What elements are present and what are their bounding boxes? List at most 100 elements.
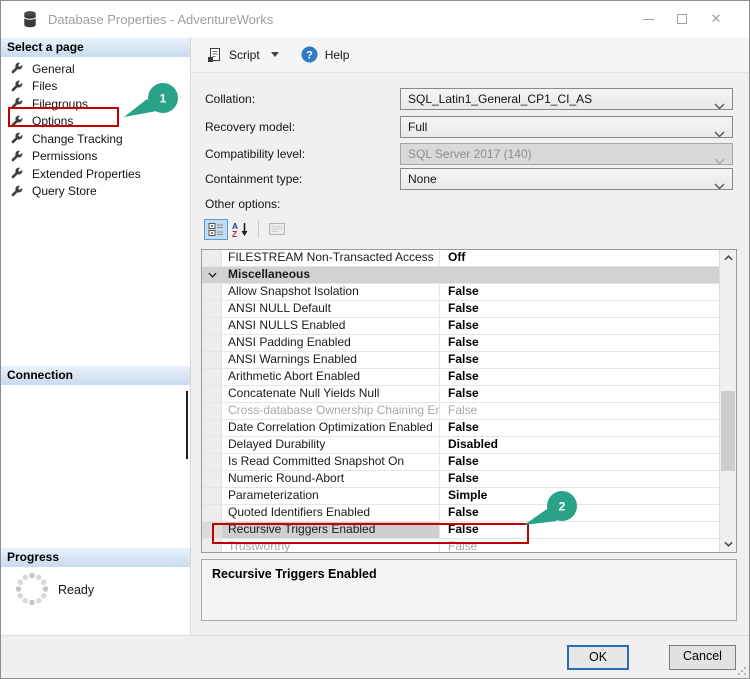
property-value: False — [440, 403, 719, 419]
grid-row[interactable]: FILESTREAM Non-Transacted AccessOff — [202, 250, 719, 267]
property-name: Cross-database Ownership Chaining Enable… — [222, 403, 440, 419]
scroll-down-icon[interactable] — [720, 536, 736, 552]
sidebar-item-label: Change Tracking — [32, 132, 123, 146]
property-value: False — [440, 284, 719, 300]
recovery-model-label: Recovery model: — [205, 116, 295, 138]
sidebar-item-label: Extended Properties — [32, 167, 141, 181]
property-value: False — [440, 335, 719, 351]
property-name: ANSI NULL Default — [222, 301, 440, 317]
wrench-icon — [10, 185, 24, 198]
maximize-icon — [677, 14, 687, 24]
field-recovery-model: Recovery model: Full — [191, 116, 749, 138]
property-name: Quoted Identifiers Enabled — [222, 505, 440, 521]
row-indent — [202, 250, 222, 266]
callout-1-badge: 1 — [117, 81, 183, 135]
chevron-down-icon — [714, 96, 725, 110]
field-collation: Collation: SQL_Latin1_General_CP1_CI_AS — [191, 88, 749, 110]
scrollbar-thumb[interactable] — [721, 391, 735, 471]
dialog-toolbar: Script ? Help — [191, 37, 749, 73]
sidebar-item-query-store[interactable]: Query Store — [1, 183, 190, 201]
recovery-model-dropdown[interactable]: Full — [400, 116, 733, 138]
row-indent — [202, 437, 222, 453]
maximize-button[interactable] — [665, 6, 699, 32]
sort-alphabetical-button[interactable]: A Z — [228, 219, 252, 240]
property-grid: FILESTREAM Non-Transacted AccessOffMisce… — [201, 249, 737, 553]
containment-type-dropdown[interactable]: None — [400, 168, 733, 190]
grid-row[interactable]: Allow Snapshot IsolationFalse — [202, 284, 719, 301]
script-dropdown-arrow-icon[interactable] — [271, 52, 279, 57]
sidebar-item-permissions[interactable]: Permissions — [1, 148, 190, 166]
compatibility-level-dropdown: SQL Server 2017 (140) — [400, 143, 733, 165]
grid-scrollbar[interactable] — [719, 250, 736, 552]
close-icon: ✕ — [711, 11, 722, 27]
scroll-up-icon[interactable] — [720, 250, 736, 266]
grid-row[interactable]: ANSI Padding EnabledFalse — [202, 335, 719, 352]
property-name: Is Read Committed Snapshot On — [222, 454, 440, 470]
close-button[interactable]: ✕ — [699, 6, 733, 32]
minimize-button[interactable] — [631, 6, 665, 32]
row-indent — [202, 488, 222, 504]
categorized-icon — [208, 222, 225, 237]
property-pages-button — [265, 219, 289, 240]
category-collapse-icon[interactable] — [202, 267, 222, 283]
progress-header: Progress — [1, 548, 190, 567]
resize-grip[interactable] — [737, 666, 746, 675]
property-name: Date Correlation Optimization Enabled — [222, 420, 440, 436]
toolbar-separator — [258, 220, 259, 238]
grid-row[interactable]: Date Correlation Optimization EnabledFal… — [202, 420, 719, 437]
callout-2-number: 2 — [559, 500, 566, 514]
row-indent — [202, 420, 222, 436]
database-properties-dialog: Database Properties - AdventureWorks ✕ S… — [0, 0, 750, 679]
property-name: ANSI NULLS Enabled — [222, 318, 440, 334]
compatibility-level-label: Compatibility level: — [205, 143, 305, 165]
spinner-icon — [12, 569, 52, 612]
property-value: False — [440, 352, 719, 368]
chevron-down-icon — [714, 124, 725, 138]
sidebar-item-general[interactable]: General — [1, 60, 190, 78]
property-name: ANSI Padding Enabled — [222, 335, 440, 351]
wrench-icon — [10, 80, 24, 93]
grid-row[interactable]: Quoted Identifiers EnabledFalse — [202, 505, 719, 522]
grid-row[interactable]: Concatenate Null Yields NullFalse — [202, 386, 719, 403]
chevron-down-icon — [714, 176, 725, 190]
property-name: Allow Snapshot Isolation — [222, 284, 440, 300]
grid-row[interactable]: Arithmetic Abort EnabledFalse — [202, 369, 719, 386]
grid-row[interactable]: Delayed DurabilityDisabled — [202, 437, 719, 454]
script-label: Script — [229, 48, 260, 62]
grid-row[interactable]: ANSI Warnings EnabledFalse — [202, 352, 719, 369]
help-button[interactable]: ? Help — [297, 43, 354, 66]
collation-dropdown[interactable]: SQL_Latin1_General_CP1_CI_AS — [400, 88, 733, 110]
grid-category-row[interactable]: Miscellaneous — [202, 267, 719, 284]
collation-label: Collation: — [205, 88, 255, 110]
window-title: Database Properties - AdventureWorks — [48, 12, 273, 27]
window-controls: ✕ — [631, 6, 733, 32]
cancel-button[interactable]: Cancel — [669, 645, 736, 670]
containment-type-value: None — [408, 172, 437, 186]
sidebar-item-label: General — [32, 62, 75, 76]
row-indent — [202, 301, 222, 317]
ok-button[interactable]: OK — [567, 645, 629, 670]
property-value: False — [440, 386, 719, 402]
property-value: False — [440, 369, 719, 385]
property-name: Parameterization — [222, 488, 440, 504]
grid-row[interactable]: Numeric Round-AbortFalse — [202, 471, 719, 488]
categorized-button[interactable] — [204, 219, 228, 240]
grid-row[interactable]: ANSI NULLS EnabledFalse — [202, 318, 719, 335]
row-indent — [202, 352, 222, 368]
collation-value: SQL_Latin1_General_CP1_CI_AS — [408, 92, 592, 106]
sidebar-item-extended-properties[interactable]: Extended Properties — [1, 165, 190, 183]
grid-row[interactable]: Cross-database Ownership Chaining Enable… — [202, 403, 719, 420]
containment-type-label: Containment type: — [205, 168, 302, 190]
property-name: Concatenate Null Yields Null — [222, 386, 440, 402]
grid-row[interactable]: ANSI NULL DefaultFalse — [202, 301, 719, 318]
row-indent — [202, 284, 222, 300]
script-button[interactable]: Script — [203, 44, 283, 66]
titlebar: Database Properties - AdventureWorks ✕ — [1, 1, 749, 37]
property-grid-rows: FILESTREAM Non-Transacted AccessOffMisce… — [202, 250, 719, 552]
main-panel: Script ? Help Collation: SQL_Latin1_Gener… — [191, 37, 749, 635]
wrench-icon — [10, 132, 24, 145]
wrench-icon — [10, 62, 24, 75]
grid-row[interactable]: Is Read Committed Snapshot OnFalse — [202, 454, 719, 471]
sidebar-item-label: Files — [32, 79, 57, 93]
grid-row[interactable]: ParameterizationSimple — [202, 488, 719, 505]
